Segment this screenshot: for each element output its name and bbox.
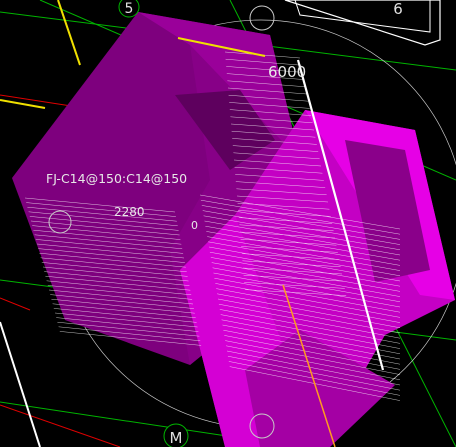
dimension-0: 0: [191, 219, 198, 232]
grid-label-m: M: [170, 429, 183, 447]
grid-bubble-6[interactable]: 6: [284, 0, 441, 46]
yellow-edge-line: [57, 0, 81, 66]
grid-bubble-5[interactable]: 5: [118, 0, 140, 18]
red-line: [0, 297, 31, 311]
grid-label-6: 6: [393, 0, 403, 18]
dimension-2280: 2280: [114, 205, 145, 219]
rebar-annotation: FJ-C14@150:C14@150: [46, 171, 187, 186]
grid-bubble-m[interactable]: M: [163, 423, 189, 447]
model-canvas[interactable]: 5 6 M 6000 FJ-C14@150:C14@150 2280 0: [0, 0, 456, 447]
pile-marker[interactable]: [249, 5, 275, 31]
cad-3d-viewport[interactable]: 5 6 M 6000 FJ-C14@150:C14@150 2280 0: [0, 0, 456, 447]
grid-label-5: 5: [125, 1, 134, 17]
dimension-6000: 6000: [268, 63, 306, 81]
white-edge-line: [0, 321, 41, 447]
